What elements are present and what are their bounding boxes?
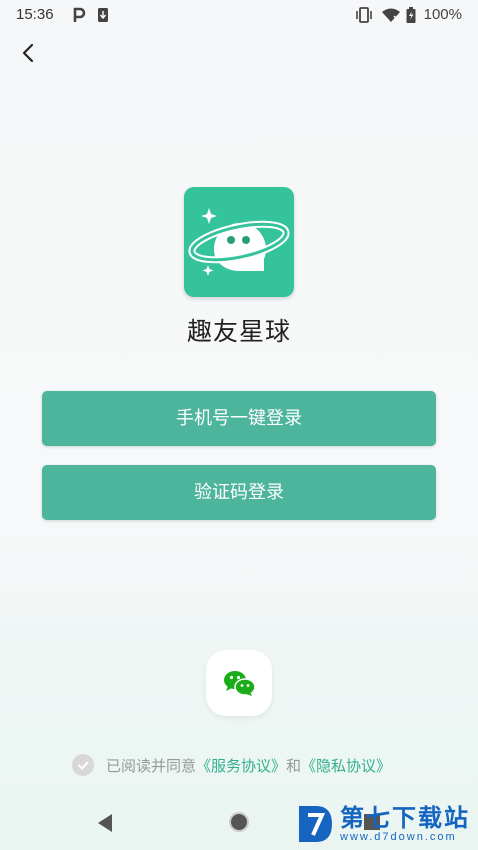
nav-home-icon[interactable] bbox=[228, 811, 250, 833]
battery-icon bbox=[406, 7, 416, 23]
agreement-checkbox[interactable] bbox=[72, 754, 94, 776]
wifi-icon bbox=[382, 8, 400, 22]
planet-mascot-icon bbox=[188, 208, 290, 276]
watermark-url: www.d7down.com bbox=[340, 831, 457, 843]
app-logo bbox=[184, 187, 294, 297]
battery-percent: 100% bbox=[423, 6, 462, 23]
watermark-brand: 第七下载站 bbox=[340, 804, 470, 832]
parking-notification-icon bbox=[73, 7, 86, 22]
service-agreement-link[interactable]: 《服务协议》 bbox=[196, 755, 286, 776]
watermark: 第七下载站 www.d7down.com bbox=[296, 800, 470, 848]
agreement-prefix: 已阅读并同意 bbox=[106, 756, 197, 775]
check-icon bbox=[77, 761, 89, 770]
vibrate-icon bbox=[356, 7, 372, 23]
agreement-row: 已阅读并同意 《服务协议》 和 《隐私协议》 bbox=[72, 751, 391, 779]
status-bar: 15:36 100% bbox=[0, 0, 478, 30]
nav-back-icon[interactable] bbox=[95, 812, 115, 834]
wechat-login-button[interactable] bbox=[206, 650, 272, 716]
app-name: 趣友星球 bbox=[186, 317, 291, 346]
wechat-icon bbox=[224, 671, 256, 696]
agreement-and: 和 bbox=[286, 756, 302, 775]
privacy-agreement-link[interactable]: 《隐私协议》 bbox=[301, 755, 391, 776]
one-click-login-button[interactable]: 手机号一键登录 bbox=[42, 391, 436, 446]
d7-logo-icon bbox=[299, 806, 332, 842]
download-notification-icon bbox=[98, 8, 108, 22]
back-arrow-icon[interactable] bbox=[14, 38, 44, 68]
verification-code-login-button[interactable]: 验证码登录 bbox=[42, 465, 436, 520]
status-time: 15:36 bbox=[16, 6, 54, 23]
